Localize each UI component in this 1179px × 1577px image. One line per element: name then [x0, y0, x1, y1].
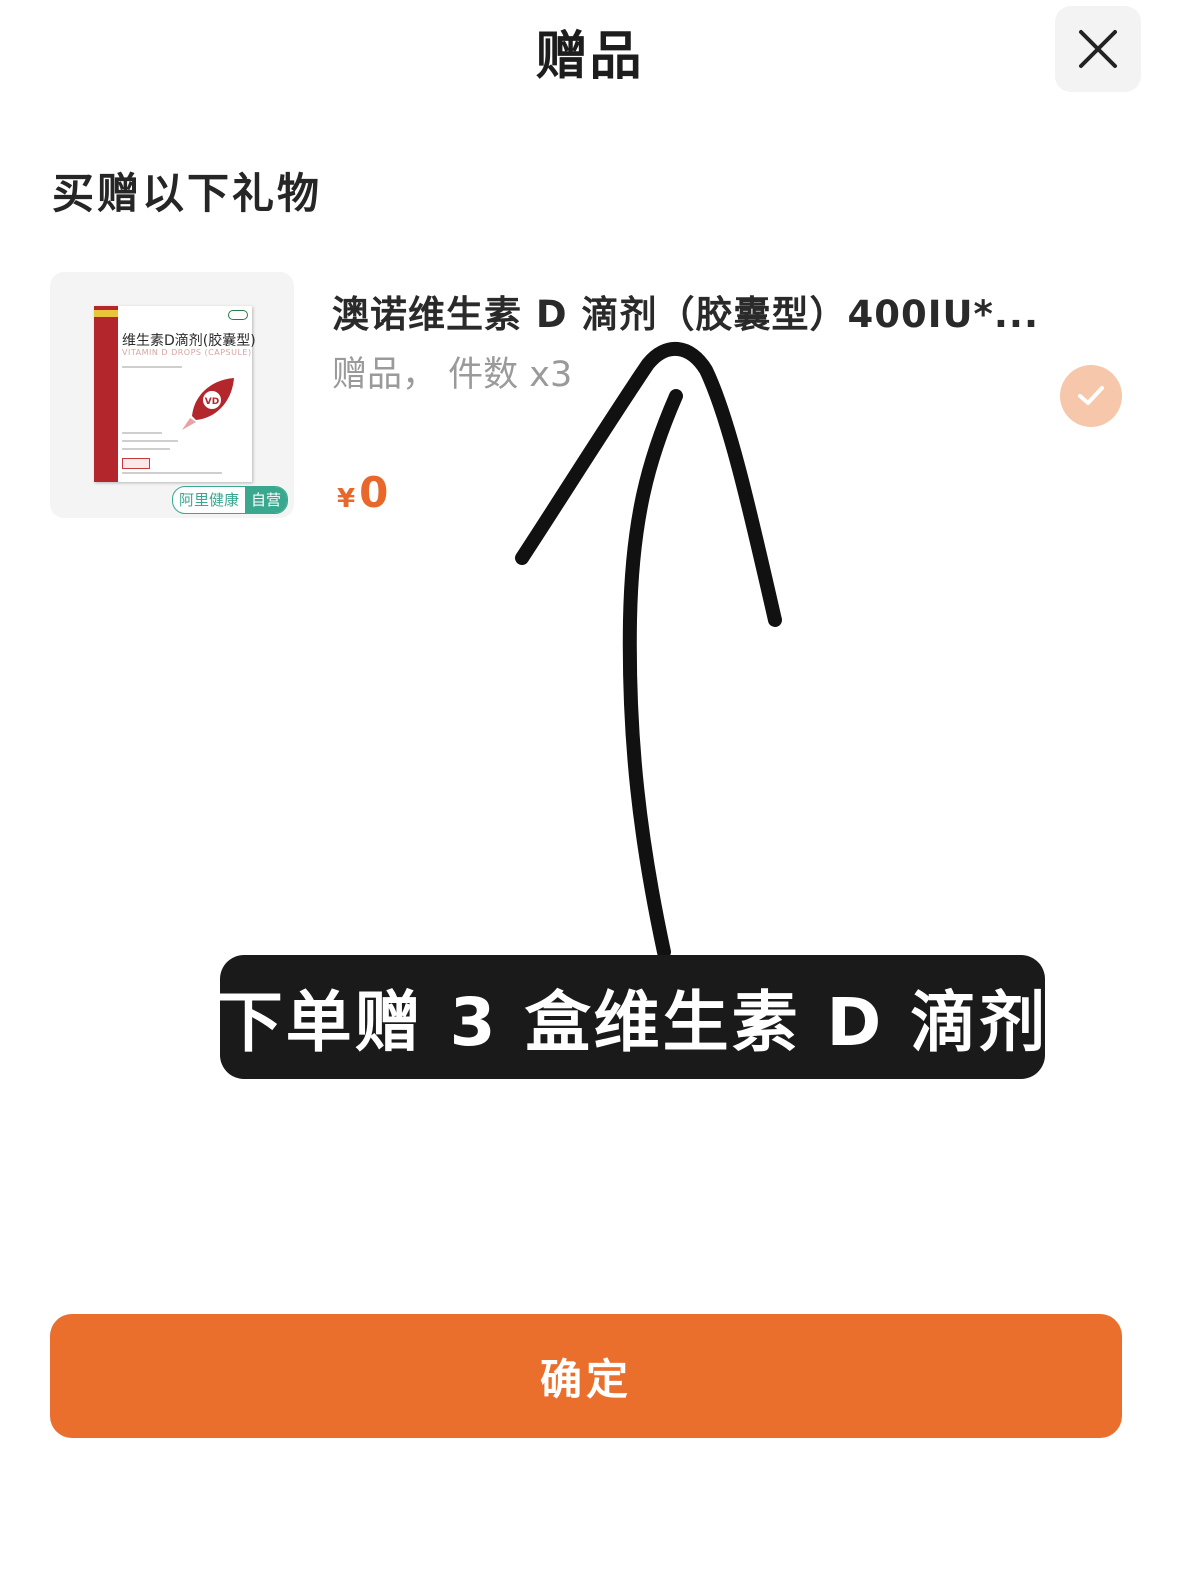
box-text-line — [122, 448, 170, 450]
check-icon — [1078, 386, 1104, 405]
badge-self-operated: 自营 — [245, 487, 288, 513]
price-value: 0 — [359, 468, 389, 517]
box-text-line — [122, 432, 162, 434]
product-image[interactable]: 维生素D滴剂(胶囊型) VITAMIN D DROPS (CAPSULE) VD… — [50, 272, 294, 518]
product-box-illustration: 维生素D滴剂(胶囊型) VITAMIN D DROPS (CAPSULE) VD — [94, 306, 256, 482]
confirm-button[interactable]: 确定 — [50, 1314, 1122, 1438]
box-count-tag — [122, 458, 150, 469]
annotation-caption-text: 下单赠 3 盒维生素 D 滴剂 — [216, 984, 1049, 1061]
page-title: 赠品 — [535, 27, 644, 87]
section-title: 买赠以下礼物 — [52, 169, 323, 218]
box-text-line — [122, 472, 222, 474]
box-text-line — [122, 366, 182, 368]
box-text-line — [122, 440, 178, 442]
badge-store-name: 阿里健康 — [179, 491, 240, 509]
product-quantity: 赠品， 件数 x3 — [332, 355, 573, 395]
product-title[interactable]: 澳诺维生素 D 滴剂（胶囊型）400IU*... — [332, 284, 1039, 338]
box-product-subtitle: VITAMIN D DROPS (CAPSULE) — [122, 348, 252, 357]
selected-checkbox[interactable] — [1060, 365, 1122, 427]
box-red-stripe — [94, 306, 118, 482]
brand-logo — [94, 310, 118, 317]
product-price: ¥0 — [337, 468, 388, 517]
otc-logo — [228, 310, 248, 320]
annotation-caption: 下单赠 3 盒维生素 D 滴剂 — [217, 955, 1045, 1079]
price-currency: ¥ — [337, 484, 356, 514]
svg-text:VD: VD — [205, 397, 219, 407]
box-product-name: 维生素D滴剂(胶囊型) — [122, 333, 256, 349]
rocket-icon: VD — [182, 378, 234, 430]
close-icon — [1079, 30, 1117, 68]
close-button[interactable] — [1055, 6, 1141, 92]
store-badge: 阿里健康 自营 — [172, 486, 289, 514]
